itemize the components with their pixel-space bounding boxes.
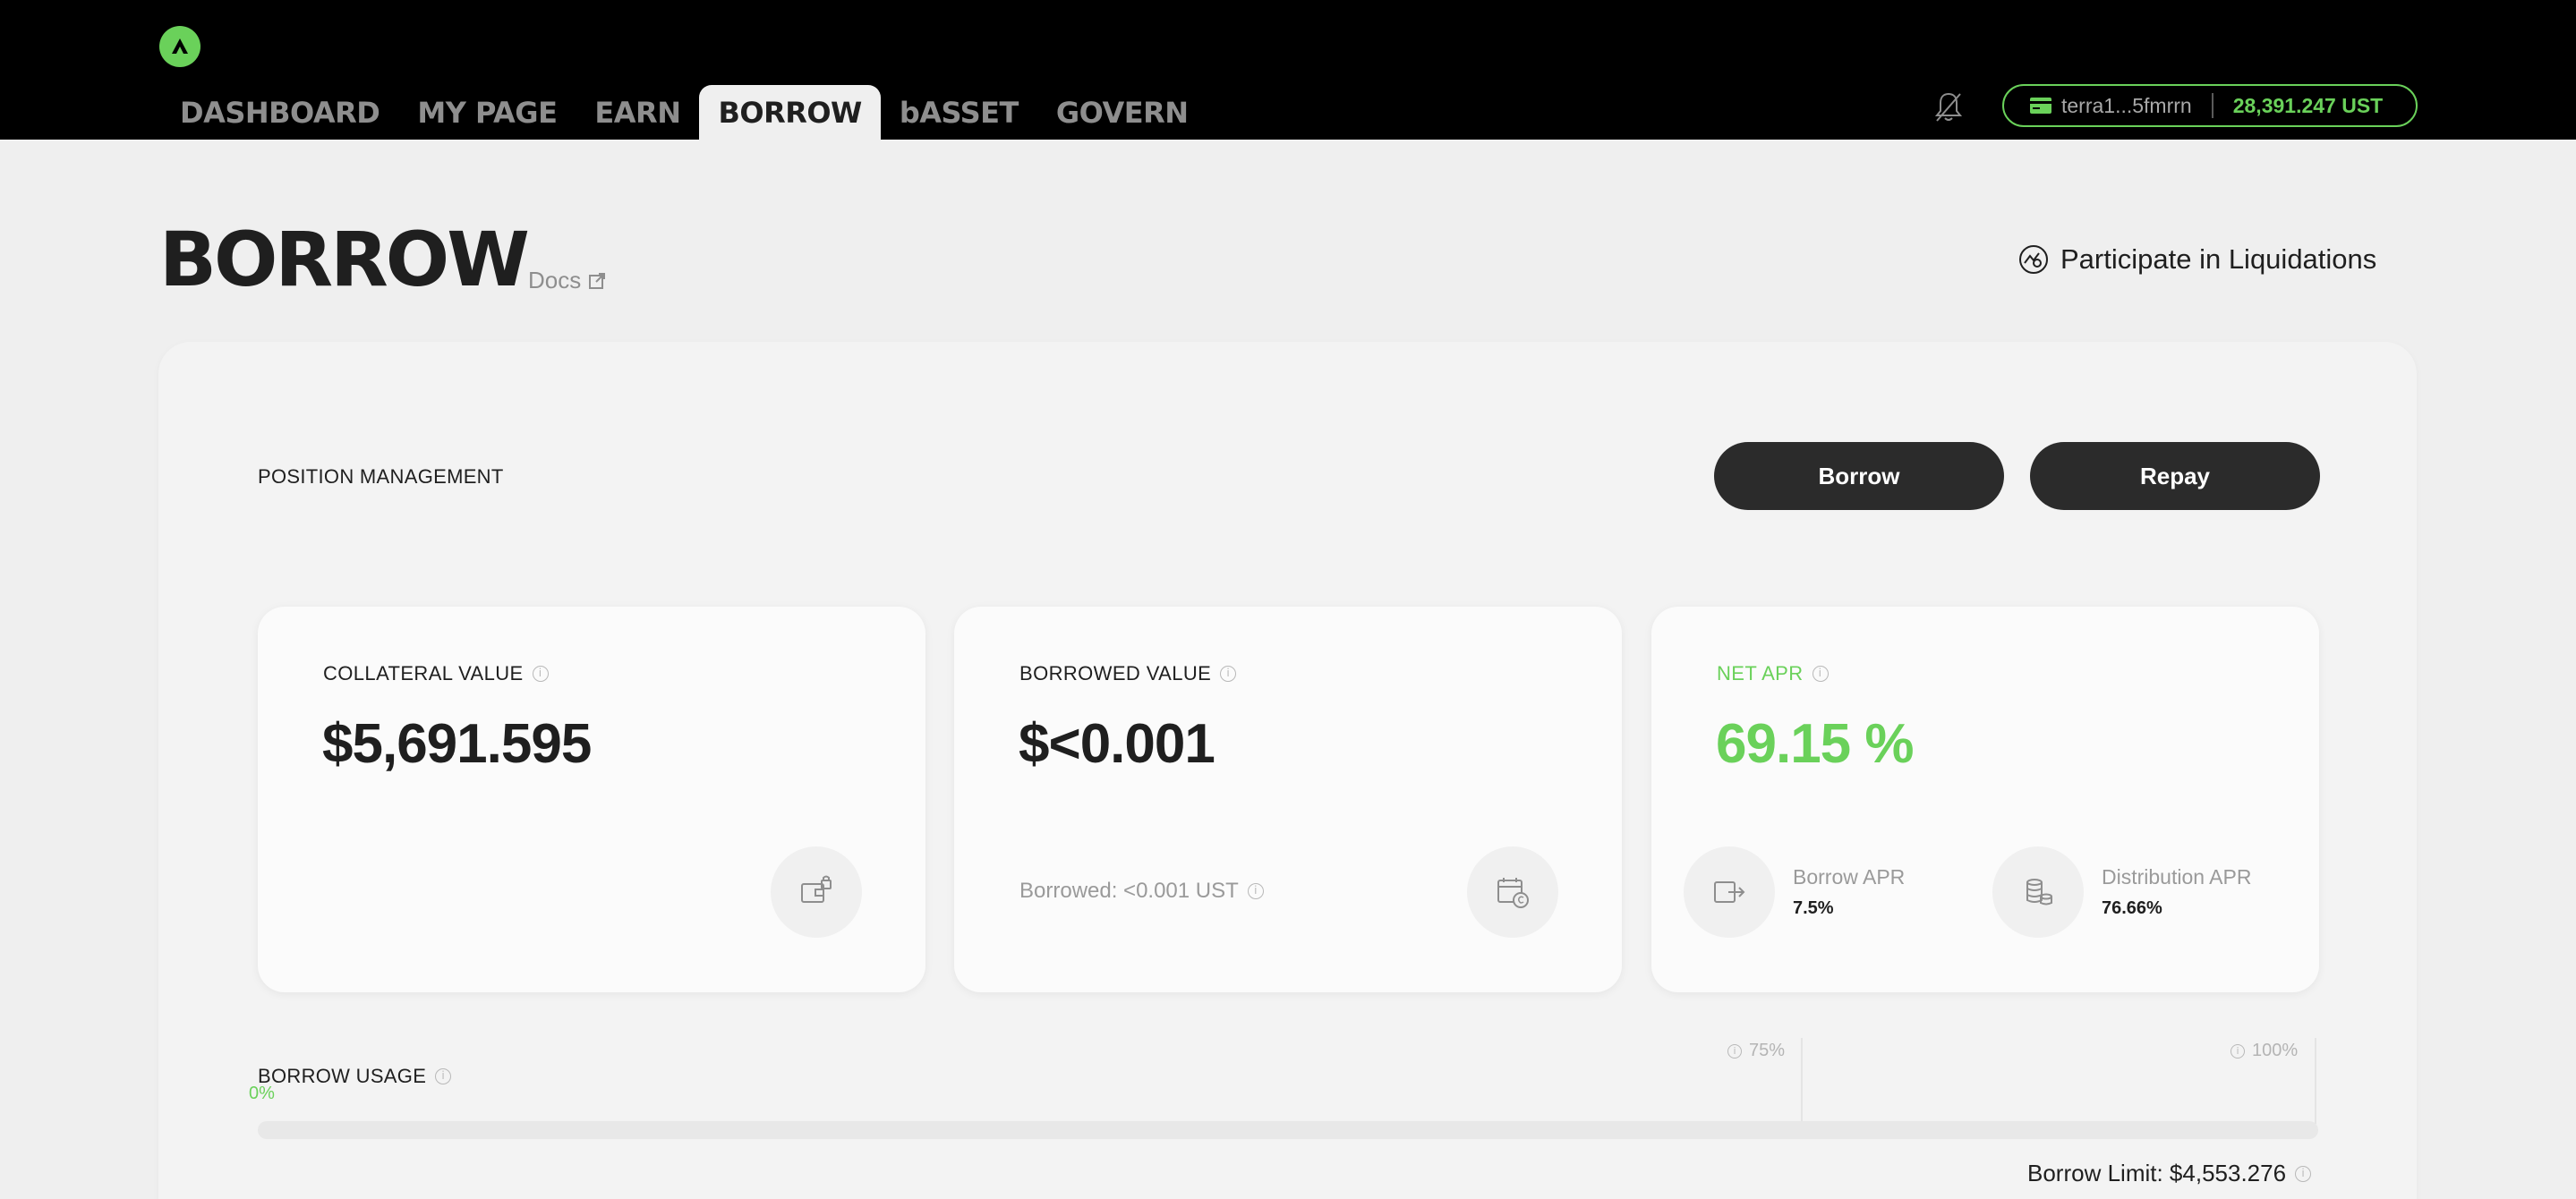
page-title: BORROW [159,216,530,303]
usage-tick-100-label: 100% [2252,1041,2299,1060]
repay-button[interactable]: Repay [2030,442,2320,510]
tab-basset[interactable]: bASSET [881,85,1037,140]
borrow-limit-row: Borrow Limit: $4,553.276 i [2027,1160,2312,1187]
borrow-usage-label: BORROW USAGE [258,1065,427,1087]
borrow-apr-value: 7.5% [1793,898,1834,918]
usage-tick-75: i 75% [1727,1041,1785,1061]
anchor-logo[interactable] [159,26,200,67]
external-link-icon [589,272,606,289]
collateral-wallet-lock-icon [771,846,862,938]
info-icon[interactable]: i [532,666,549,682]
usage-tick-75-label: 75% [1749,1041,1786,1060]
borrowed-value-label: BORROWED VALUE [1019,662,1212,685]
collateral-value-card: COLLATERAL VALUE i $5,691.595 [258,607,925,992]
borrowed-value-label-row: BORROWED VALUE i [1019,662,1237,685]
net-apr-label: NET APR [1717,662,1804,685]
tab-earn[interactable]: EARN [576,85,699,140]
usage-100-marker [2315,1038,2316,1124]
coin-stack-icon [1992,846,2084,938]
info-icon[interactable]: i [1727,1043,1742,1059]
borrowed-sub-row: Borrowed: <0.001 UST i [1019,879,1264,904]
net-apr-label-row: NET APR i [1717,662,1829,685]
borrow-usage-bar [258,1121,2318,1139]
wallet-balance: 28,391.247 UST [2232,93,2384,117]
collateral-value-label: COLLATERAL VALUE [323,662,524,685]
borrow-apr-item: Borrow APR 7.5% [1684,846,1905,938]
distribution-apr-value: 76.66% [2102,898,2162,918]
wallet-button[interactable]: terra1...5fmrrn 28,391.247 UST [2002,84,2418,127]
distribution-apr-label: Distribution APR [2102,865,2252,889]
borrowed-value: $<0.001 [1019,713,1215,775]
docs-link[interactable]: Docs [528,267,606,294]
distribution-apr-text: Distribution APR 76.66% [2102,865,2251,919]
info-icon[interactable]: i [1812,666,1829,682]
usage-75-marker [1801,1038,1803,1124]
borrowed-value-card: BORROWED VALUE i $<0.001 Borrowed: <0.00… [954,607,1622,992]
borrow-usage-current: 0% [249,1084,275,1103]
info-icon[interactable]: i [435,1068,452,1084]
borrow-apr-label: Borrow APR [1793,865,1906,889]
notification-off-icon[interactable] [1928,87,1969,128]
collateral-value-label-row: COLLATERAL VALUE i [323,662,549,685]
wallet-icon [2030,98,2051,114]
usage-tick-100: i 100% [2231,1041,2298,1061]
tab-my-page[interactable]: MY PAGE [398,85,576,140]
net-apr-card: NET APR i 69.15 % Borrow APR 7.5% Distri… [1651,607,2319,992]
calendar-coin-icon [1467,846,1558,938]
wallet-address: terra1...5fmrrn [2061,93,2192,117]
borrow-button[interactable]: Borrow [1714,442,2004,510]
borrow-apr-text: Borrow APR 7.5% [1793,865,1905,919]
participate-liquidations-label: Participate in Liquidations [2060,243,2377,275]
docs-label: Docs [528,267,582,293]
collateral-value: $5,691.595 [322,713,592,775]
borrow-usage-label-row: BORROW USAGE i [258,1065,452,1088]
distribution-apr-item: Distribution APR 76.66% [1992,846,2251,938]
info-icon[interactable]: i [2295,1165,2312,1182]
participate-liquidations-link[interactable]: Participate in Liquidations [2017,243,2376,276]
info-icon[interactable]: i [1220,666,1237,682]
tab-govern[interactable]: GOVERN [1037,85,1207,140]
borrowed-amount-text: Borrowed: <0.001 UST [1019,879,1239,903]
tab-borrow[interactable]: BORROW [699,85,881,140]
liquidation-icon [2019,245,2048,274]
info-icon[interactable]: i [1247,883,1264,899]
main-nav: DASHBOARD MY PAGE EARN BORROW bASSET GOV… [161,85,1207,140]
info-icon[interactable]: i [2231,1043,2245,1059]
wallet-out-icon [1684,846,1775,938]
tab-dashboard[interactable]: DASHBOARD [161,85,398,140]
wallet-divider [2211,93,2213,118]
position-management-title: POSITION MANAGEMENT [258,465,504,488]
borrow-limit-text: Borrow Limit: $4,553.276 [2027,1160,2287,1186]
anchor-logo-icon [172,38,188,54]
top-navigation-bar: DASHBOARD MY PAGE EARN BORROW bASSET GOV… [0,0,2576,140]
net-apr-value: 69.15 % [1716,713,1915,775]
